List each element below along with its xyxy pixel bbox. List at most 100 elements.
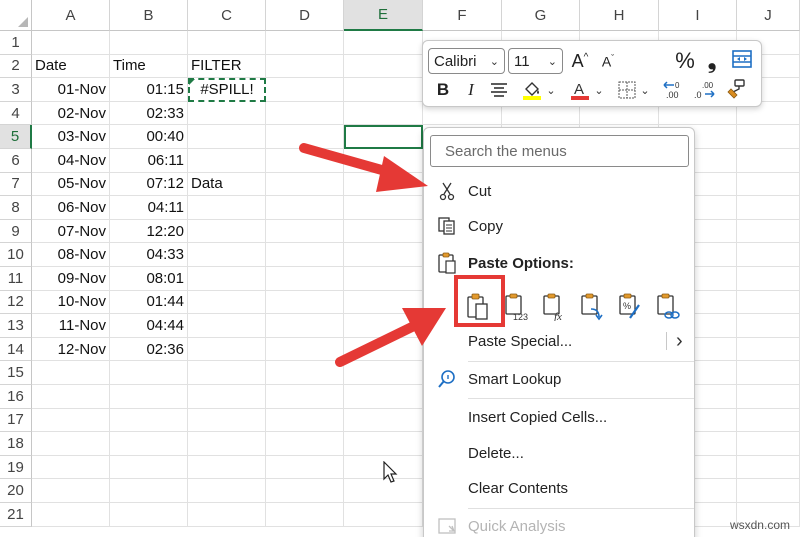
cell-b6[interactable]: 06:11 <box>110 149 188 173</box>
cell-a10[interactable]: 08-Nov <box>32 243 110 267</box>
cell-j10[interactable] <box>737 243 800 267</box>
cell-b17[interactable] <box>110 408 188 433</box>
cell-c17[interactable] <box>188 408 266 433</box>
cell-c11[interactable] <box>188 267 266 291</box>
cell-j14[interactable] <box>737 337 800 362</box>
row-header-14[interactable]: 14 <box>0 337 32 362</box>
cell-b1[interactable] <box>110 31 188 55</box>
row-header-6[interactable]: 6 <box>0 149 32 173</box>
cell-a7[interactable]: 05-Nov <box>32 172 110 197</box>
cell-a18[interactable] <box>32 432 110 456</box>
cell-d19[interactable] <box>266 455 344 480</box>
cell-j16[interactable] <box>737 385 800 409</box>
cell-a11[interactable]: 09-Nov <box>32 267 110 291</box>
cell-a4[interactable]: 02-Nov <box>32 101 110 126</box>
cell-c9[interactable] <box>188 219 266 244</box>
paste-option-formulas[interactable]: fx <box>536 286 572 328</box>
row-header-2[interactable]: 2 <box>0 54 32 79</box>
cell-j9[interactable] <box>737 219 800 244</box>
cell-e1[interactable] <box>344 31 423 55</box>
menu-item-copy[interactable]: Copy <box>424 209 694 243</box>
cell-b12[interactable]: 01:44 <box>110 290 188 315</box>
cell-e16[interactable] <box>344 385 423 409</box>
cell-b2[interactable]: Time <box>110 54 188 79</box>
cell-j7[interactable] <box>737 172 800 197</box>
bold-button[interactable]: B <box>433 77 453 103</box>
cell-b7[interactable]: 07:12 <box>110 172 188 197</box>
select-all-corner[interactable] <box>0 0 32 31</box>
cell-c13[interactable] <box>188 314 266 338</box>
row-header-15[interactable]: 15 <box>0 361 32 385</box>
column-header-a[interactable]: A <box>32 0 110 31</box>
paste-option-formatting[interactable]: % <box>612 286 648 328</box>
borders-dropdown[interactable]: ⌄ <box>639 77 651 103</box>
cell-c7[interactable]: Data <box>188 172 266 197</box>
cell-j8[interactable] <box>737 196 800 220</box>
cell-d21[interactable] <box>266 503 344 527</box>
cell-a13[interactable]: 11-Nov <box>32 314 110 338</box>
row-header-17[interactable]: 17 <box>0 408 32 433</box>
font-size-dropdown[interactable]: 11 ⌄ <box>508 48 563 74</box>
cell-b13[interactable]: 04:44 <box>110 314 188 338</box>
percent-style-button[interactable]: % <box>673 48 697 74</box>
font-name-dropdown[interactable]: Calibri ⌄ <box>428 48 505 74</box>
row-header-12[interactable]: 12 <box>0 290 32 315</box>
cell-e4[interactable] <box>344 101 423 126</box>
column-header-f[interactable]: F <box>423 0 502 31</box>
cell-c5[interactable] <box>188 125 266 149</box>
row-header-20[interactable]: 20 <box>0 479 32 503</box>
cell-c10[interactable] <box>188 243 266 267</box>
row-header-3[interactable]: 3 <box>0 78 32 102</box>
column-header-j[interactable]: J <box>737 0 800 31</box>
row-header-16[interactable]: 16 <box>0 385 32 409</box>
row-header-19[interactable]: 19 <box>0 455 32 480</box>
cell-b14[interactable]: 02:36 <box>110 337 188 362</box>
decrease-font-button[interactable]: Aˇ <box>597 48 619 74</box>
cell-b18[interactable] <box>110 432 188 456</box>
column-header-e[interactable]: E <box>344 0 423 31</box>
cell-j19[interactable] <box>737 455 800 480</box>
cell-e21[interactable] <box>344 503 423 527</box>
cell-a5[interactable]: 03-Nov <box>32 125 110 149</box>
cell-c12[interactable] <box>188 290 266 315</box>
row-header-4[interactable]: 4 <box>0 101 32 126</box>
menu-item-paste-special[interactable]: Paste Special... › <box>424 324 694 358</box>
cell-j20[interactable] <box>737 479 800 503</box>
row-header-5[interactable]: 5 <box>0 125 32 149</box>
paste-option-transpose[interactable] <box>574 286 610 328</box>
row-header-7[interactable]: 7 <box>0 172 32 197</box>
cell-c19[interactable] <box>188 455 266 480</box>
cell-c16[interactable] <box>188 385 266 409</box>
menu-item-smart-lookup[interactable]: Smart Lookup <box>424 362 694 396</box>
cell-j11[interactable] <box>737 267 800 291</box>
cell-c1[interactable] <box>188 31 266 55</box>
cell-j13[interactable] <box>737 314 800 338</box>
cell-e18[interactable] <box>344 432 423 456</box>
column-header-i[interactable]: I <box>659 0 737 31</box>
spill-error-flag[interactable] <box>189 79 195 86</box>
format-painter-button[interactable] <box>723 76 749 102</box>
column-header-d[interactable]: D <box>266 0 344 31</box>
row-header-13[interactable]: 13 <box>0 314 32 338</box>
cell-d16[interactable] <box>266 385 344 409</box>
cell-a9[interactable]: 07-Nov <box>32 219 110 244</box>
cell-c3[interactable]: #SPILL! <box>188 78 266 102</box>
cell-a17[interactable] <box>32 408 110 433</box>
row-header-11[interactable]: 11 <box>0 267 32 291</box>
cell-b15[interactable] <box>110 361 188 385</box>
cell-e8[interactable] <box>344 196 423 220</box>
align-center-button[interactable] <box>487 77 511 103</box>
cell-d8[interactable] <box>266 196 344 220</box>
cell-c21[interactable] <box>188 503 266 527</box>
row-header-1[interactable]: 1 <box>0 31 32 55</box>
cell-j6[interactable] <box>737 149 800 173</box>
cell-d20[interactable] <box>266 479 344 503</box>
cell-a21[interactable] <box>32 503 110 527</box>
menu-item-clear-contents[interactable]: Clear Contents <box>424 471 694 505</box>
row-header-10[interactable]: 10 <box>0 243 32 267</box>
cell-c6[interactable] <box>188 149 266 173</box>
cell-c20[interactable] <box>188 479 266 503</box>
cell-a8[interactable]: 06-Nov <box>32 196 110 220</box>
menu-item-delete[interactable]: Delete... <box>424 436 694 470</box>
cell-c18[interactable] <box>188 432 266 456</box>
